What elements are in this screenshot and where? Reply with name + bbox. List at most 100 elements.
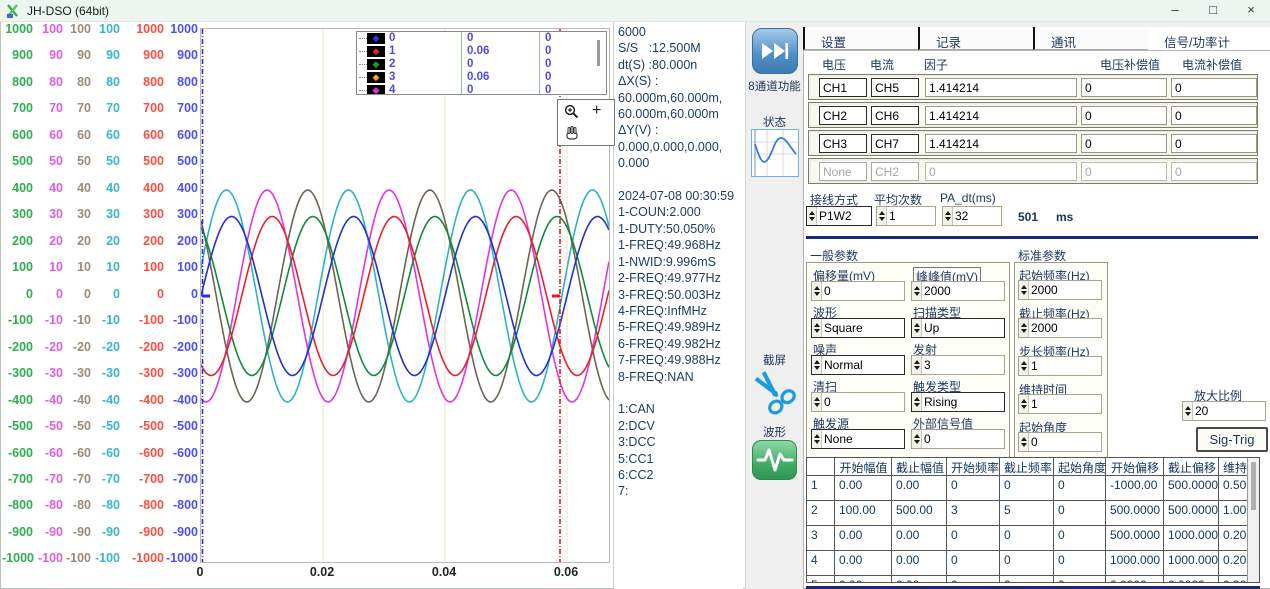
general-field-9-input[interactable] [822,430,904,448]
general-field-3[interactable] [811,318,905,338]
pa-dt-input[interactable] [953,207,1001,225]
table-cell[interactable]: 1000.000 [1164,551,1219,576]
legend-item[interactable]: ◆200 [357,58,606,71]
spinner-arrows[interactable] [812,319,822,337]
tab-2[interactable]: 记录 [918,27,1033,50]
channel-voltage-input[interactable] [820,164,866,181]
spinner-arrows[interactable] [1019,281,1029,299]
eight-channel-function-button[interactable] [752,28,798,74]
channel-v_comp-input[interactable] [1082,164,1166,181]
general-field-6-input[interactable] [922,356,1004,374]
general-field-2-input[interactable] [922,282,1004,300]
general-field-2[interactable] [911,281,1005,301]
channel-v_comp-field[interactable] [1081,134,1167,153]
table-cell[interactable]: 5 [1000,501,1054,526]
table-cell[interactable]: 0 [1054,526,1106,551]
table-cell[interactable]: 0 [1000,526,1054,551]
legend-item[interactable]: ◆000 [357,32,606,45]
channel-factor-input[interactable] [926,164,1076,181]
general-field-10[interactable] [911,429,1005,449]
channel-voltage-field[interactable] [819,134,867,153]
spinner-arrows[interactable] [812,282,822,300]
channel-current-field[interactable] [871,162,919,181]
channel-factor-field[interactable] [925,162,1077,181]
spinner-arrows[interactable] [912,430,922,448]
table-cell[interactable]: 0.00 [835,526,892,551]
table-scrollbar-thumb[interactable] [1251,462,1256,510]
spinner-arrows[interactable] [877,207,887,225]
table-cell[interactable]: 0.00 [835,551,892,576]
table-cell[interactable]: -1000.00 [1106,476,1164,501]
channel-factor-input[interactable] [926,80,1076,97]
channel-c_comp-field[interactable] [1171,162,1257,181]
table-row-index[interactable]: 5 [807,576,835,583]
standard-field-1-input[interactable] [1029,281,1101,299]
channel-v_comp-input[interactable] [1082,80,1166,97]
channel-v_comp-input[interactable] [1082,136,1166,153]
channel-v_comp-field[interactable] [1081,78,1167,97]
table-cell[interactable]: 0.00 [835,576,892,583]
table-cell[interactable]: 100.00 [835,501,892,526]
spinner-arrows[interactable] [912,282,922,300]
channel-voltage-field[interactable] [819,162,867,181]
channel-current-input[interactable] [872,80,918,97]
table-scrollbar[interactable] [1247,458,1259,582]
channel-v_comp-input[interactable] [1082,108,1166,125]
channel-factor-input[interactable] [926,136,1076,153]
spinner-arrows[interactable] [812,356,822,374]
screenshot-scissors-icon[interactable] [743,359,808,424]
table-cell[interactable]: 0.00 [892,526,947,551]
general-field-4[interactable] [911,318,1005,338]
channel-current-field[interactable] [871,134,919,153]
general-field-8[interactable] [911,392,1005,412]
channel-current-field[interactable] [871,106,919,125]
average-count-input[interactable] [887,207,935,225]
minimize-button[interactable]: – [1156,0,1194,22]
spinner-arrows[interactable] [912,393,922,411]
wiring-mode-spinner[interactable] [806,206,872,226]
general-field-1-input[interactable] [822,282,904,300]
table-cell[interactable]: 0.00 [892,476,947,501]
tab-3[interactable]: 通讯 [1033,27,1148,50]
table-cell[interactable]: 0.0000 [1106,576,1164,583]
spinner-arrows[interactable] [1183,402,1193,420]
table-cell[interactable]: 3 [947,501,1000,526]
spinner-arrows[interactable] [943,207,953,225]
general-field-5-input[interactable] [822,356,904,374]
zoom-ratio-spinner[interactable] [1182,401,1266,421]
channel-current-field[interactable] [871,78,919,97]
channel-voltage-field[interactable] [819,78,867,97]
average-count-spinner[interactable] [876,206,936,226]
table-cell[interactable]: 0 [947,576,1000,583]
table-cell[interactable]: 500.00 [892,501,947,526]
table-row-index[interactable]: 1 [807,476,835,501]
spinner-arrows[interactable] [812,393,822,411]
channel-c_comp-input[interactable] [1172,164,1256,181]
general-field-3-input[interactable] [822,319,904,337]
maximize-button[interactable]: □ [1194,0,1232,22]
legend-item[interactable]: ◆10.060 [357,45,606,58]
table-cell[interactable]: 0 [947,551,1000,576]
channel-c_comp-input[interactable] [1172,108,1256,125]
status-wave-icon[interactable] [751,129,799,177]
legend-item[interactable]: ◆30.060 [357,71,606,84]
channel-current-input[interactable] [872,164,918,181]
channel-current-input[interactable] [872,108,918,125]
channel-current-input[interactable] [872,136,918,153]
spinner-arrows[interactable] [912,356,922,374]
general-field-10-input[interactable] [922,430,1004,448]
table-row-index[interactable]: 4 [807,551,835,576]
table-row-index[interactable]: 3 [807,526,835,551]
table-cell[interactable]: 0 [1000,551,1054,576]
spinner-arrows[interactable] [912,319,922,337]
table-cell[interactable]: 0 [1054,476,1106,501]
channel-voltage-input[interactable] [820,136,866,153]
standard-field-2-input[interactable] [1029,319,1101,337]
pa-dt-spinner[interactable] [942,206,1002,226]
channel-c_comp-input[interactable] [1172,136,1256,153]
waveform-plot[interactable]: ◆000◆10.060◆200◆30.060◆400 + [200,28,610,563]
tab-1[interactable]: 设置 [803,27,918,50]
channel-v_comp-field[interactable] [1081,106,1167,125]
standard-field-4-input[interactable] [1029,395,1101,413]
standard-field-1[interactable] [1018,280,1102,300]
